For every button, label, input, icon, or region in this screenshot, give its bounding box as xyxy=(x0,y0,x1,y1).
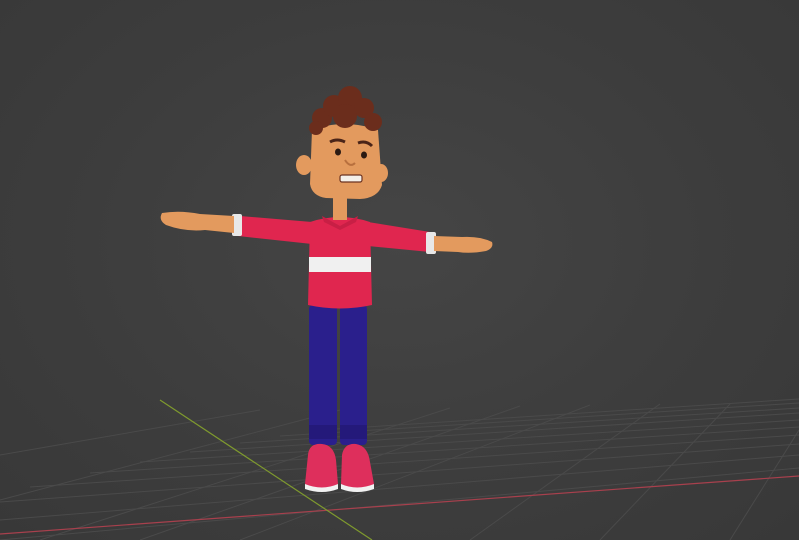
cartoon-character[interactable] xyxy=(160,86,493,492)
left-arm xyxy=(238,216,312,244)
left-shoe xyxy=(305,443,338,492)
left-leg xyxy=(309,305,337,445)
left-hand xyxy=(160,211,234,233)
right-arm xyxy=(368,222,430,252)
right-hand xyxy=(434,236,493,253)
x-axis-line xyxy=(0,475,799,535)
right-shoe xyxy=(341,443,374,492)
floor-grid xyxy=(0,398,799,540)
right-leg xyxy=(340,305,367,445)
viewport-canvas[interactable] xyxy=(0,0,799,540)
hair xyxy=(309,86,382,135)
3d-viewport[interactable] xyxy=(0,0,799,540)
shirt-stripe xyxy=(309,257,371,272)
left-ear xyxy=(296,155,312,175)
